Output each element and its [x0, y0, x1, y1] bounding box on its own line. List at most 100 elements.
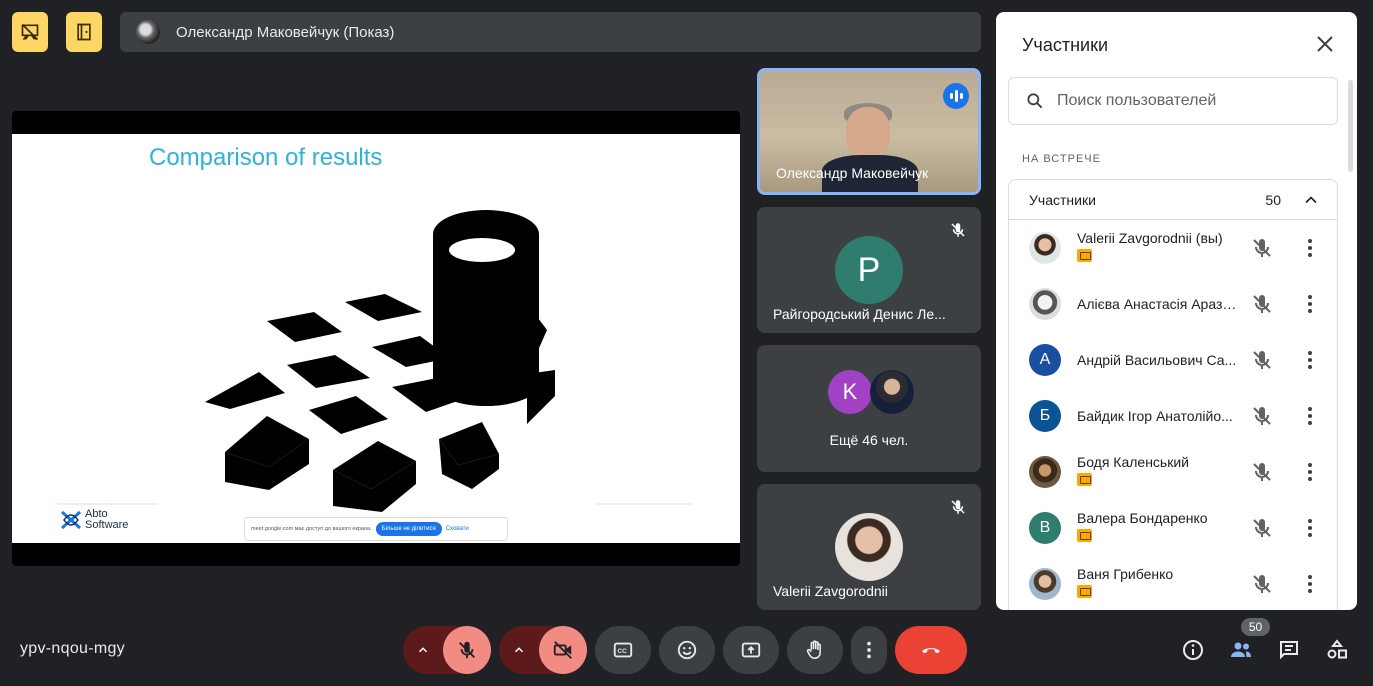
checkerboard-figure: B: [57, 210, 692, 512]
mic-off-icon[interactable]: [1250, 460, 1274, 484]
mic-off-icon[interactable]: [1250, 404, 1274, 428]
reactions-button[interactable]: [659, 626, 715, 674]
leave-room-button[interactable]: [66, 12, 102, 52]
list-item[interactable]: Бодя Каленський: [1009, 444, 1337, 500]
avatar: P: [835, 236, 903, 304]
participants-group: Участники 50 Valerii Zavgorodnii (вы) Ал…: [1008, 179, 1338, 610]
presentation-slide: Comparison of results B Abto Software me…: [12, 134, 740, 543]
hand-icon: [806, 640, 821, 660]
camera-off-icon: [553, 641, 572, 659]
avatar-photo: [1029, 232, 1061, 264]
raise-hand-button[interactable]: [787, 626, 843, 674]
presenter-avatar: [136, 20, 160, 44]
people-icon[interactable]: [1229, 638, 1253, 662]
participant-name: Алієва Анастасія Аразі...: [1077, 296, 1237, 312]
presenting-badge-icon: [1077, 472, 1092, 486]
leave-call-button[interactable]: [895, 626, 967, 674]
camera-control: [499, 626, 587, 674]
presenting-badge-icon: [1077, 528, 1092, 542]
avatar-photo: [870, 370, 914, 414]
presenter-bar[interactable]: Олександр Маковейчук (Показ): [120, 12, 981, 52]
search-icon: [1027, 93, 1043, 109]
participant-tile-2[interactable]: P Райгородський Денис Ле...: [757, 207, 981, 333]
participant-name: Ваня Грибенко: [1077, 565, 1174, 582]
avatar: Б: [1029, 400, 1061, 432]
share-notice-text: meet.google.com має доступ до вашого екр…: [251, 526, 372, 532]
search-input[interactable]: [1057, 92, 1317, 110]
section-label: НА ВСТРЕЧЕ: [1022, 153, 1101, 165]
mic-off-icon[interactable]: [1250, 572, 1274, 596]
participant-name: Валера Бондаренко: [1077, 509, 1208, 526]
captions-button[interactable]: CC: [595, 626, 651, 674]
presentation-off-icon: [21, 23, 39, 41]
mic-off-icon: [459, 641, 475, 659]
more-vert-icon[interactable]: [1298, 292, 1322, 316]
hide-presentation-button[interactable]: [12, 12, 48, 52]
more-vert-icon: [867, 641, 871, 659]
chevron-up-icon: [514, 647, 524, 653]
more-vert-icon[interactable]: [1298, 348, 1322, 372]
toggle-mic-button[interactable]: [443, 626, 491, 674]
more-vert-icon[interactable]: [1298, 460, 1322, 484]
mic-off-icon: [947, 496, 969, 518]
list-item[interactable]: Б Байдик Ігор Анатолійо...: [1009, 388, 1337, 444]
mic-options-button[interactable]: [403, 626, 443, 674]
info-icon[interactable]: [1181, 638, 1205, 662]
mic-off-icon[interactable]: [1250, 236, 1274, 260]
door-icon: [77, 23, 91, 41]
speaking-indicator-icon: [943, 83, 969, 109]
abto-logo-icon: [61, 510, 81, 530]
chevron-up-icon[interactable]: [1301, 190, 1321, 210]
avatar: K: [828, 370, 872, 414]
mic-off-icon[interactable]: [1250, 292, 1274, 316]
participant-name: Valerii Zavgorodnii (вы): [1077, 229, 1223, 246]
camera-options-button[interactable]: [499, 626, 539, 674]
presenting-badge-icon: [1077, 248, 1092, 262]
participant-name: Андрій Васильович Са...: [1077, 352, 1237, 368]
toggle-camera-button[interactable]: [539, 626, 587, 674]
share-notice-strip: meet.google.com має доступ до вашого екр…: [244, 517, 508, 541]
avatar-photo: [1029, 288, 1061, 320]
participant-name: Бодя Каленський: [1077, 453, 1189, 470]
present-screen-button[interactable]: [723, 626, 779, 674]
activities-icon[interactable]: [1325, 638, 1349, 662]
group-label: Участники: [1029, 191, 1096, 208]
more-vert-icon[interactable]: [1298, 404, 1322, 428]
video-person-face: [846, 107, 890, 157]
hide-notice-link[interactable]: Сховати: [446, 526, 469, 532]
avatar-photo: [835, 513, 903, 581]
chat-icon[interactable]: [1277, 638, 1301, 662]
participant-tile-presenter[interactable]: Олександр Маковейчук: [757, 68, 981, 195]
group-count: 50: [1265, 191, 1281, 208]
list-item[interactable]: Алієва Анастасія Аразі...: [1009, 276, 1337, 332]
avatar-photo: [1029, 568, 1061, 600]
more-vert-icon[interactable]: [1298, 516, 1322, 540]
chevron-up-icon: [418, 647, 428, 653]
list-item[interactable]: В Валера Бондаренко: [1009, 500, 1337, 556]
mic-off-icon[interactable]: [1250, 516, 1274, 540]
mic-off-icon: [947, 219, 969, 241]
close-icon[interactable]: [1313, 32, 1337, 56]
more-participants-label: Ещё 46 чел.: [829, 432, 909, 448]
mic-off-icon[interactable]: [1250, 348, 1274, 372]
search-box[interactable]: [1008, 77, 1338, 125]
participants-panel: Участники НА ВСТРЕЧЕ Участники 50 Valeri…: [996, 12, 1357, 610]
more-vert-icon[interactable]: [1298, 572, 1322, 596]
participant-tile-self[interactable]: Valerii Zavgorodnii: [757, 484, 981, 610]
panel-title: Участники: [1022, 35, 1108, 55]
tile-name: Олександр Маковейчук: [776, 165, 929, 181]
more-options-button[interactable]: [851, 626, 887, 674]
list-item[interactable]: Ваня Грибенко: [1009, 556, 1337, 610]
microphone-control: [403, 626, 491, 674]
abto-logo-line2: Software: [85, 519, 129, 531]
group-header[interactable]: Участники 50: [1009, 180, 1337, 220]
svg-text:CC: CC: [618, 648, 628, 655]
more-participants-tile[interactable]: K Ещё 46 чел.: [757, 345, 981, 472]
panel-scrollbar[interactable]: [1348, 80, 1353, 172]
stop-sharing-button[interactable]: Більше не ділитися: [375, 522, 442, 536]
list-item[interactable]: А Андрій Васильович Са...: [1009, 332, 1337, 388]
board-letter: B: [373, 381, 381, 395]
list-item[interactable]: Valerii Zavgorodnii (вы): [1009, 220, 1337, 276]
shared-screen[interactable]: Comparison of results B Abto Software me…: [12, 111, 740, 566]
more-vert-icon[interactable]: [1298, 236, 1322, 260]
